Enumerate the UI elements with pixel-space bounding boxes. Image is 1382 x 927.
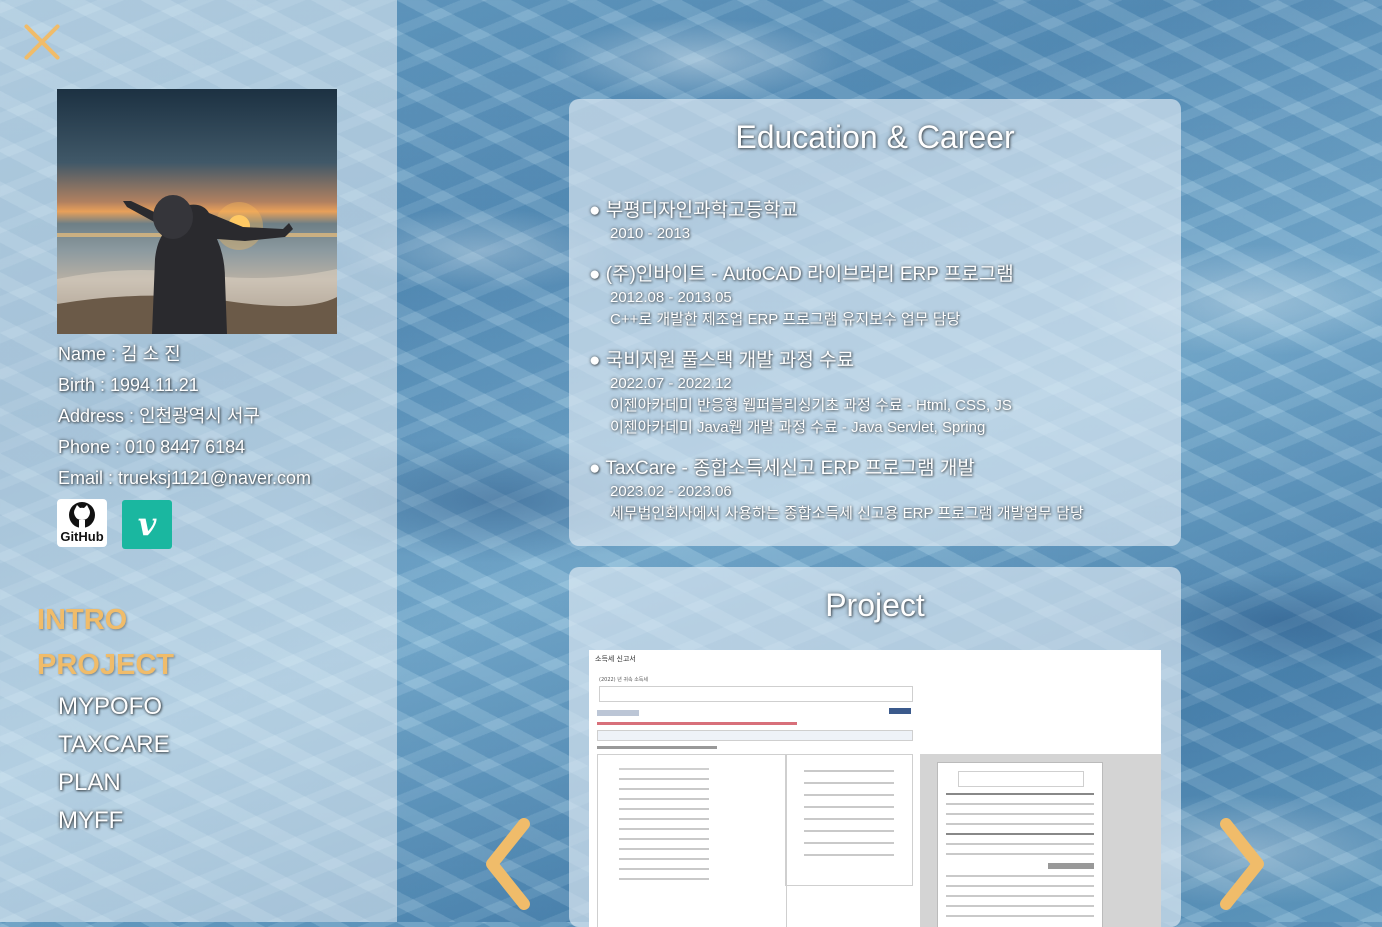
form-tab <box>597 710 639 716</box>
form-row <box>619 878 709 880</box>
form-row <box>619 808 709 810</box>
education-period: 2023.02 - 2023.06 <box>610 483 732 500</box>
education-item: ● TaxCare - 종합소득세신고 ERP 프로그램 개발 2023.02 … <box>589 457 1084 525</box>
nav-intro[interactable]: INTRO <box>37 600 174 645</box>
project-card: Project 소득세 신고서 (2022) 년 귀속 소득세 <box>569 567 1181 927</box>
profile-photo <box>57 89 337 334</box>
doc-row <box>946 885 1094 887</box>
profile-name: Name : 김 소 진 <box>58 344 181 364</box>
main-nav: INTRO PROJECT MYPOFO TAXCARE PLAN MYFF <box>37 600 174 842</box>
nav-project-mypofo[interactable]: MYPOFO <box>58 690 174 728</box>
project-title: Project <box>825 587 925 623</box>
form-row <box>619 858 709 860</box>
vimeo-icon: v <box>137 505 157 543</box>
tax-document-preview <box>937 762 1103 927</box>
doc-row <box>946 895 1094 897</box>
form-table-right <box>785 754 913 886</box>
doc-row <box>946 843 1094 845</box>
form-row <box>804 770 894 772</box>
form-row <box>804 782 894 784</box>
education-item: ● 부평디자인과학고등학교 2010 - 2013 <box>589 199 1084 245</box>
form-header-box <box>599 686 913 702</box>
form-row <box>619 788 709 790</box>
form-button <box>889 708 911 714</box>
education-heading: ● (주)인바이트 - AutoCAD 라이브러리 ERP 프로그램 <box>589 264 1014 285</box>
form-row <box>619 818 709 820</box>
form-row <box>804 830 894 832</box>
form-row <box>619 778 709 780</box>
form-row <box>619 828 709 830</box>
prev-arrow-button[interactable] <box>482 818 532 910</box>
doc-row <box>946 823 1094 825</box>
nav-project-plan[interactable]: PLAN <box>58 766 174 804</box>
close-icon[interactable] <box>20 22 64 62</box>
form-row <box>804 806 894 808</box>
nav-project[interactable]: PROJECT <box>37 645 174 690</box>
form-row <box>619 838 709 840</box>
education-list: ● 부평디자인과학고등학교 2010 - 2013 ● (주)인바이트 - Au… <box>589 199 1084 543</box>
github-icon <box>69 502 95 528</box>
github-label: GitHub <box>60 529 104 544</box>
doc-row <box>946 803 1094 805</box>
profile-email: Email : trueksj1121@naver.com <box>58 468 312 488</box>
doc-row <box>1048 863 1094 869</box>
form-row <box>804 794 894 796</box>
form-notice <box>597 722 797 725</box>
form-section-title <box>597 746 717 749</box>
form-row <box>619 848 709 850</box>
form-row <box>804 818 894 820</box>
screenshot-title: 소득세 신고서 <box>595 655 636 663</box>
form-row <box>619 868 709 870</box>
chevron-right-icon <box>1220 818 1264 910</box>
education-detail: C++로 개발한 제조업 ERP 프로그램 유지보수 업무 담당 <box>610 311 961 328</box>
education-detail: 이젠아카데미 반응형 웹퍼블리싱기초 과정 수료 - Html, CSS, JS <box>610 397 1012 414</box>
doc-row <box>946 813 1094 815</box>
profile-birth: Birth : 1994.11.21 <box>58 375 199 395</box>
education-heading: ● TaxCare - 종합소득세신고 ERP 프로그램 개발 <box>589 458 975 479</box>
doc-title-box <box>958 771 1084 787</box>
nav-project-myff[interactable]: MYFF <box>58 804 174 842</box>
next-arrow-button[interactable] <box>1218 818 1268 910</box>
education-title: Education & Career <box>735 119 1015 155</box>
profile-phone: Phone : 010 8447 6184 <box>58 437 246 457</box>
education-detail: 세무법인회사에서 사용하는 종합소득세 신고용 ERP 프로그램 개발업무 담당 <box>610 505 1084 522</box>
chevron-left-icon <box>486 818 530 910</box>
education-period: 2010 - 2013 <box>610 225 691 242</box>
form-row <box>804 854 894 856</box>
github-link[interactable]: GitHub <box>57 499 107 547</box>
education-detail: 이젠아카데미 Java웹 개발 과정 수료 - Java Servlet, Sp… <box>610 419 986 436</box>
doc-row <box>946 853 1094 855</box>
education-period: 2022.07 - 2022.12 <box>610 375 732 392</box>
education-item: ● 국비지원 풀스택 개발 과정 수료 2022.07 - 2022.12 이젠… <box>589 349 1084 439</box>
project-screenshot[interactable]: 소득세 신고서 (2022) 년 귀속 소득세 <box>589 650 1161 927</box>
vimeo-link[interactable]: v <box>122 500 172 549</box>
education-item: ● (주)인바이트 - AutoCAD 라이브러리 ERP 프로그램 2012.… <box>589 263 1084 331</box>
profile-info: Name : 김 소 진 Birth : 1994.11.21 Address … <box>58 341 311 496</box>
form-options <box>597 730 913 741</box>
doc-row <box>946 875 1094 877</box>
doc-row <box>946 915 1094 917</box>
form-row <box>619 798 709 800</box>
nav-project-taxcare[interactable]: TAXCARE <box>58 728 174 766</box>
form-row <box>619 768 709 770</box>
sidebar: Name : 김 소 진 Birth : 1994.11.21 Address … <box>0 0 397 922</box>
doc-row <box>946 833 1094 835</box>
education-period: 2012.08 - 2013.05 <box>610 289 732 306</box>
doc-row <box>946 905 1094 907</box>
doc-row <box>946 793 1094 795</box>
profile-address: Address : 인천광역시 서구 <box>58 406 260 426</box>
education-heading: ● 부평디자인과학고등학교 <box>589 200 799 221</box>
screenshot-year: (2022) 년 귀속 소득세 <box>599 677 648 683</box>
education-heading: ● 국비지원 풀스택 개발 과정 수료 <box>589 350 855 371</box>
education-card: Education & Career ● 부평디자인과학고등학교 2010 - … <box>569 99 1181 546</box>
form-row <box>804 842 894 844</box>
